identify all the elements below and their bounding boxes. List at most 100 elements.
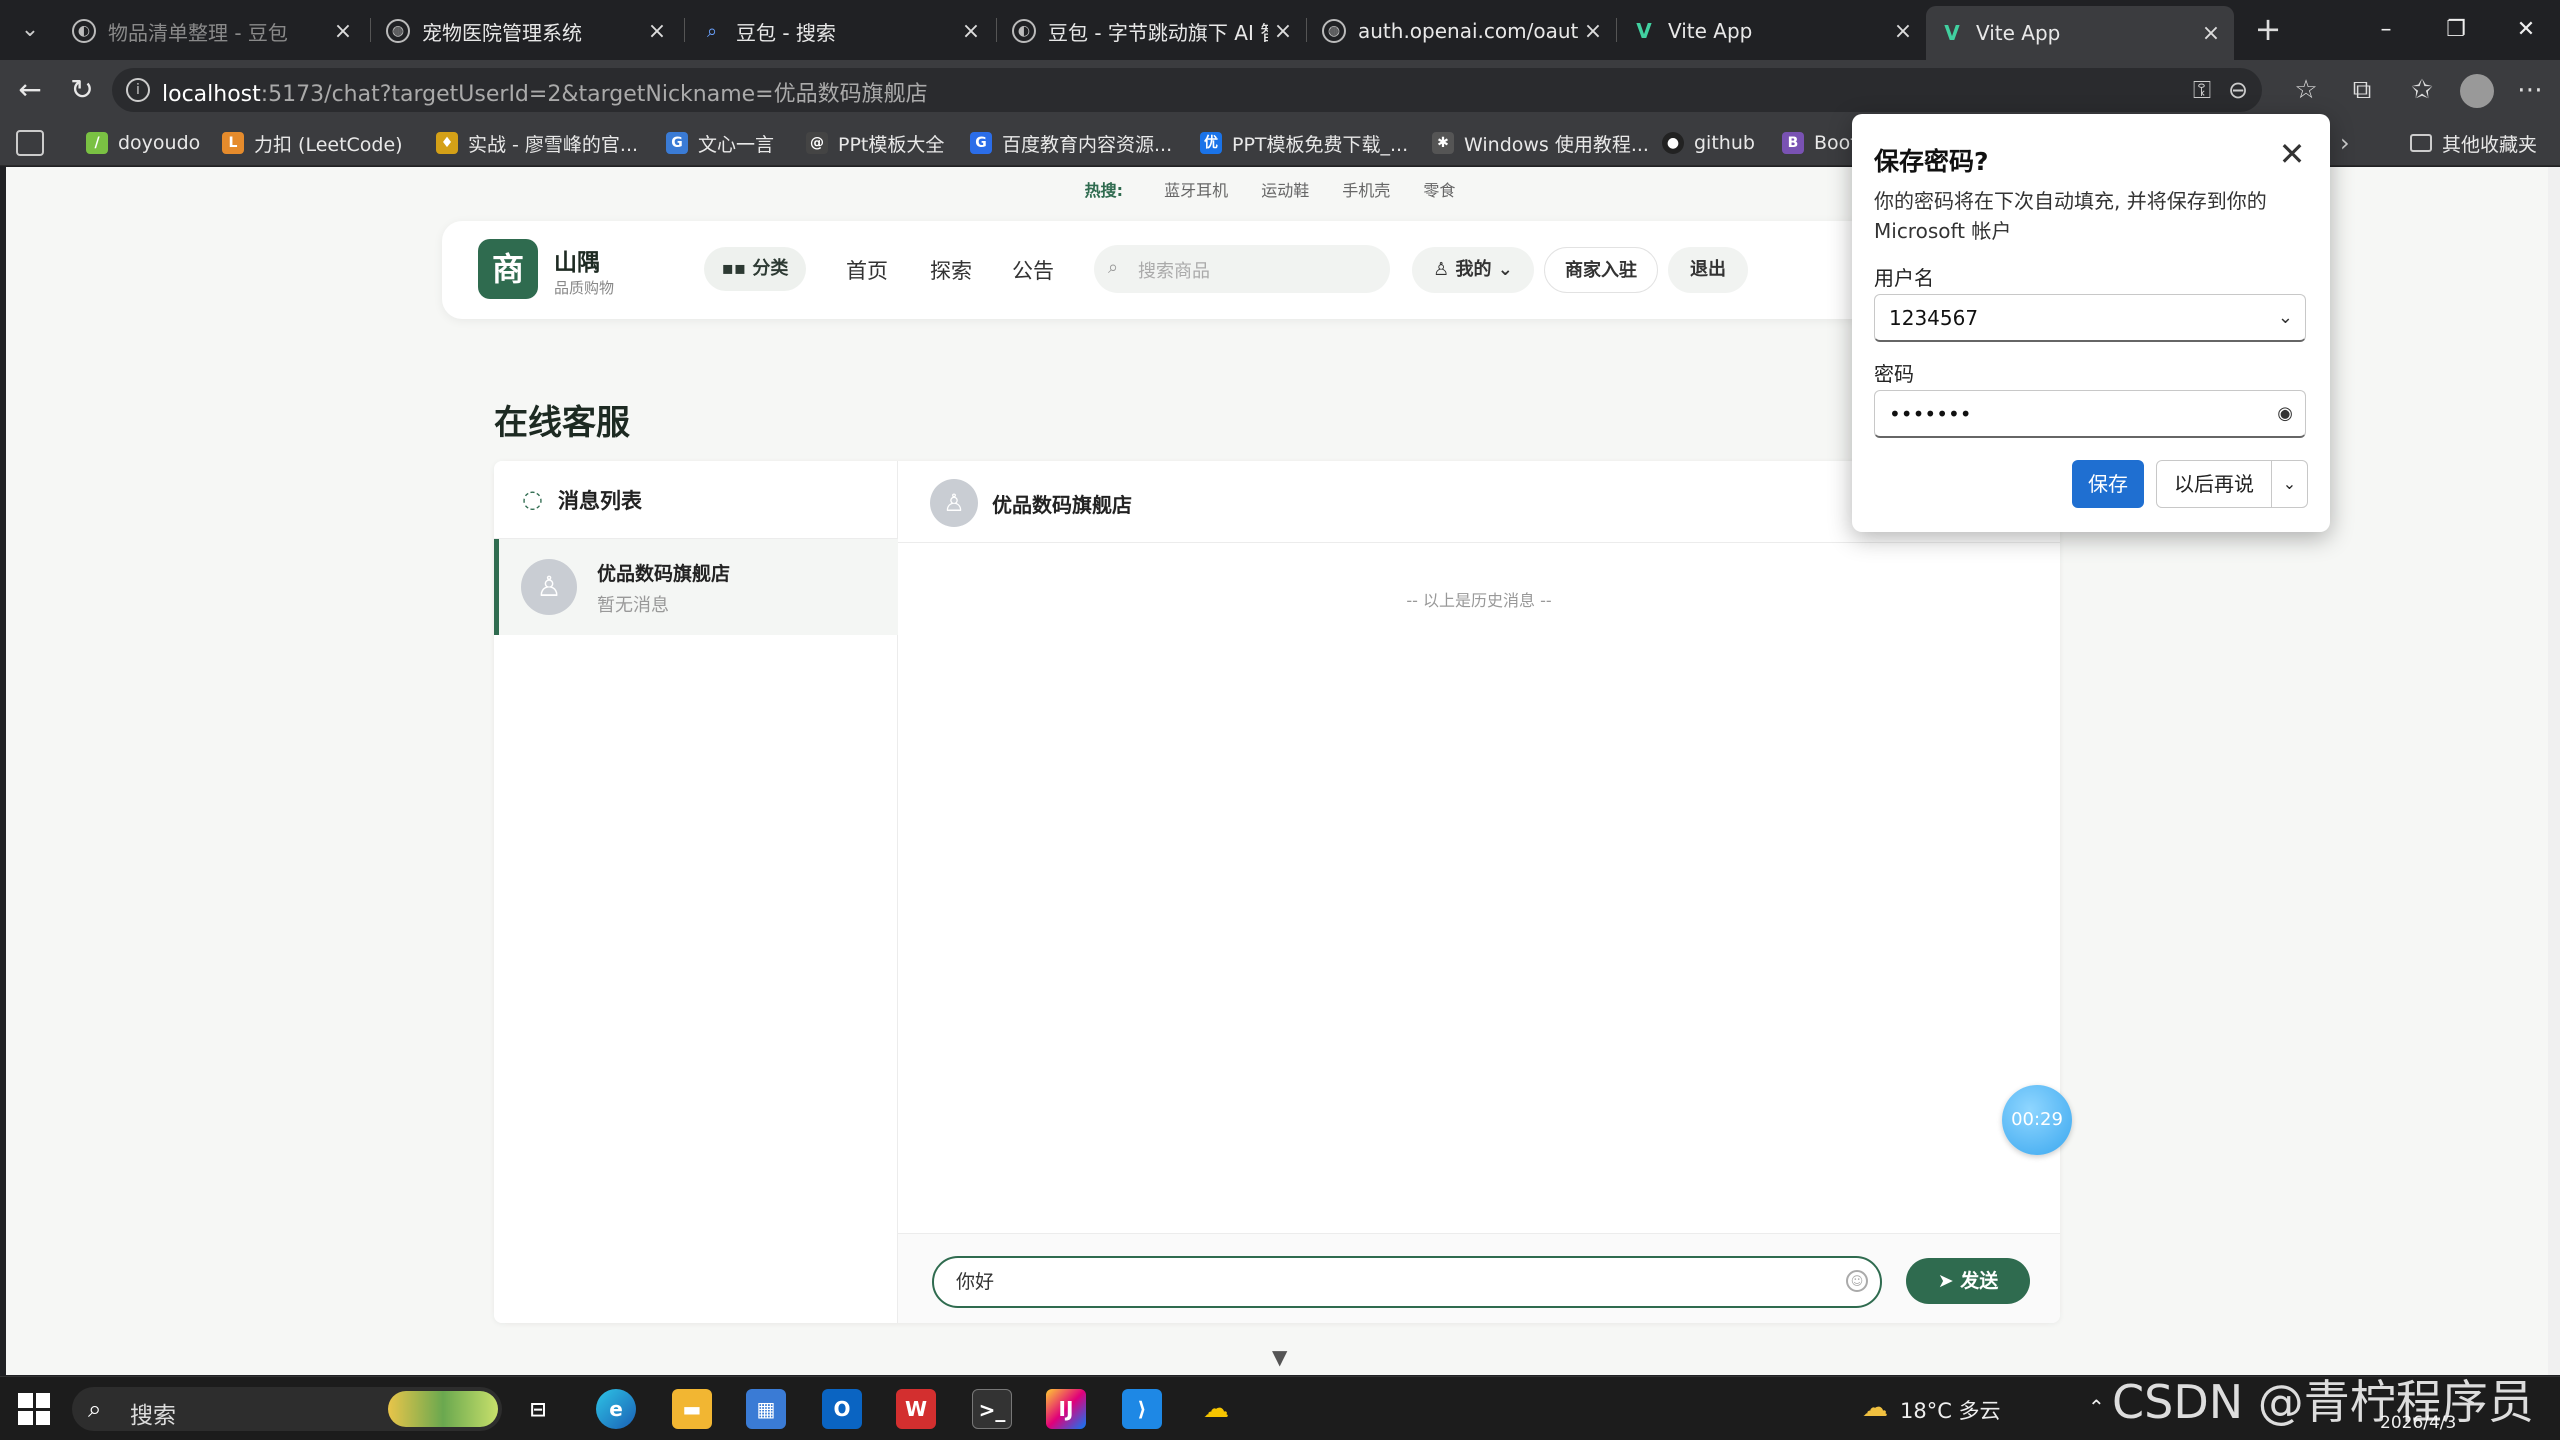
other-favorites-folder[interactable]: 其他收藏夹: [2410, 128, 2537, 158]
close-icon[interactable]: ×: [1888, 19, 1918, 44]
password-key-icon[interactable]: ⚿: [2186, 74, 2218, 106]
message-input[interactable]: 你好: [932, 1256, 1882, 1308]
hot-word[interactable]: 蓝牙耳机: [1164, 181, 1228, 200]
tab-2[interactable]: ⌕ 豆包 - 搜索 ×: [686, 8, 994, 54]
weather-text[interactable]: 18°C 多云: [1900, 1395, 2001, 1425]
site-logo[interactable]: 商: [478, 239, 538, 299]
bookmark-3[interactable]: G 文心一言: [666, 128, 774, 158]
close-icon[interactable]: ×: [2196, 21, 2226, 46]
bookmark-7[interactable]: ✱ Windows 使用教程...: [1432, 128, 1649, 158]
scroll-down-arrow-icon[interactable]: ▼: [1272, 1345, 1287, 1369]
category-button[interactable]: ▪▪ 分类: [704, 247, 806, 291]
chevron-down-icon[interactable]: ⌄: [2278, 295, 2293, 341]
doubao-icon: ◐: [72, 19, 96, 43]
back-arrow-icon[interactable]: ←: [10, 70, 50, 110]
hot-word[interactable]: 零食: [1423, 181, 1455, 200]
save-password-button[interactable]: 保存: [2072, 460, 2144, 508]
my-account-button[interactable]: ♙ 我的 ⌄: [1412, 247, 1534, 293]
bookmark-1[interactable]: L 力扣 (LeetCode): [222, 128, 403, 158]
close-icon[interactable]: ×: [328, 19, 358, 44]
send-button[interactable]: ➤ 发送: [1906, 1258, 2030, 1304]
address-bar[interactable]: i localhost:5173/chat?targetUserId=2&tar…: [112, 68, 2262, 112]
extensions-icon[interactable]: ⧉: [2344, 72, 2380, 108]
tab-title: 豆包 - 字节跳动旗下 AI 智能: [1048, 20, 1268, 45]
window-close-icon[interactable]: ✕: [2506, 10, 2546, 50]
minimize-icon[interactable]: –: [2366, 10, 2406, 50]
logout-button[interactable]: 退出: [1668, 247, 1748, 293]
reading-list-icon[interactable]: [16, 130, 44, 156]
tab-0[interactable]: ◐ 物品清单整理 - 豆包 ×: [58, 8, 366, 54]
tab-4[interactable]: ◍ auth.openai.com/oauth/auth ×: [1308, 8, 1616, 54]
shop-avatar-icon: ♙: [930, 479, 978, 527]
tab-strip: ⌄ ◐ 物品清单整理 - 豆包 × ◍ 宠物医院管理系统 × ⌕ 豆包 - 搜索…: [0, 0, 2560, 60]
emoji-icon[interactable]: ☺: [1846, 1270, 1868, 1292]
globe-icon: ◍: [1322, 19, 1346, 43]
edge-icon[interactable]: e: [596, 1389, 636, 1429]
favorite-star-icon[interactable]: ☆: [2288, 72, 2324, 108]
merchant-join-button[interactable]: 商家入驻: [1544, 247, 1658, 293]
search-highlight-art: [388, 1391, 498, 1427]
outlook-icon[interactable]: O: [822, 1389, 862, 1429]
wps-icon[interactable]: W: [896, 1389, 936, 1429]
tab-5[interactable]: V Vite App ×: [1618, 8, 1926, 54]
not-now-button[interactable]: 以后再说: [2156, 460, 2272, 508]
tab-6-active[interactable]: V Vite App ×: [1926, 6, 2234, 60]
user-icon: ♙: [1433, 259, 1456, 280]
username-field[interactable]: 1234567 ⌄: [1874, 294, 2306, 342]
url-text[interactable]: localhost:5173/chat?targetUserId=2&targe…: [162, 76, 928, 108]
restore-icon[interactable]: ❐: [2436, 10, 2476, 50]
hot-word[interactable]: 手机壳: [1342, 181, 1390, 200]
chevron-right-icon[interactable]: ›: [2340, 128, 2350, 158]
conversation-item[interactable]: ♙ 优品数码旗舰店 暂无消息: [494, 539, 898, 635]
hot-word[interactable]: 运动鞋: [1261, 181, 1309, 200]
file-explorer-icon[interactable]: ▬: [672, 1389, 712, 1429]
chevron-down-icon[interactable]: ⌄: [2272, 460, 2308, 508]
nav-home[interactable]: 首页: [846, 255, 888, 285]
windows-start-icon[interactable]: [18, 1393, 50, 1425]
tab-title: 豆包 - 搜索: [736, 20, 836, 45]
pen-icon: ♦: [436, 132, 458, 154]
profile-avatar-icon[interactable]: [2460, 74, 2494, 108]
tray-expand-icon[interactable]: ⌃: [2088, 1395, 2105, 1419]
close-icon[interactable]: ×: [1578, 19, 1608, 44]
terminal-icon[interactable]: >_: [972, 1389, 1012, 1429]
zoom-icon[interactable]: ⊖: [2222, 74, 2254, 106]
nav-announcements[interactable]: 公告: [1012, 255, 1054, 285]
reload-icon[interactable]: ↻: [62, 70, 102, 110]
favorites-icon[interactable]: ✩: [2404, 72, 2440, 108]
microsoft-store-icon[interactable]: ▦: [746, 1389, 786, 1429]
tab-1[interactable]: ◍ 宠物医院管理系统 ×: [372, 8, 680, 54]
new-tab-icon[interactable]: +: [2250, 12, 2286, 48]
bookmark-4[interactable]: @ PPt模板大全: [806, 128, 944, 158]
bookmark-6[interactable]: 优 PPT模板免费下载_...: [1200, 128, 1408, 158]
intellij-icon[interactable]: IJ: [1046, 1389, 1086, 1429]
brand-name: 山隅: [554, 250, 600, 276]
tab-3[interactable]: ◐ 豆包 - 字节跳动旗下 AI 智能 ×: [998, 8, 1306, 54]
task-view-icon[interactable]: ⊟: [518, 1389, 558, 1429]
page-title: 在线客服: [494, 403, 630, 443]
tab-actions-menu-icon[interactable]: ⌄: [12, 12, 48, 48]
bookmark-9[interactable]: B Boot: [1782, 128, 1858, 158]
password-field[interactable]: ••••••• ◉: [1874, 390, 2306, 438]
nav-explore[interactable]: 探索: [930, 255, 972, 285]
browser-toolbar: ← ↻ i localhost:5173/chat?targetUserId=2…: [0, 60, 2560, 120]
eye-icon[interactable]: ◉: [2277, 391, 2293, 437]
conversation-name: 优品数码旗舰店: [597, 563, 731, 585]
close-icon[interactable]: ×: [642, 19, 672, 44]
more-menu-icon[interactable]: ⋯: [2512, 72, 2548, 108]
info-icon[interactable]: i: [126, 78, 150, 102]
bookmark-2[interactable]: ♦ 实战 - 廖雪峰的官...: [436, 128, 638, 158]
baidu-netdisk-icon[interactable]: ☁: [1196, 1389, 1236, 1429]
close-icon[interactable]: ×: [1268, 19, 1298, 44]
close-icon[interactable]: ×: [956, 19, 986, 44]
vscode-icon[interactable]: ⟩: [1122, 1389, 1162, 1429]
close-icon[interactable]: ✕: [2272, 134, 2312, 174]
taskbar-search-box[interactable]: ⌕ 搜索: [72, 1387, 502, 1431]
baidu-edu-icon: G: [970, 132, 992, 154]
page-scrollbar[interactable]: [2548, 167, 2560, 1375]
bookmark-0[interactable]: / doyoudo: [86, 128, 200, 158]
floating-timer-bubble[interactable]: 00:29: [2002, 1085, 2072, 1155]
bookmark-5[interactable]: G 百度教育内容资源...: [970, 128, 1172, 158]
bookmark-8[interactable]: ● github: [1662, 128, 1755, 158]
product-search-input[interactable]: ⌕ 搜索商品: [1094, 245, 1390, 293]
